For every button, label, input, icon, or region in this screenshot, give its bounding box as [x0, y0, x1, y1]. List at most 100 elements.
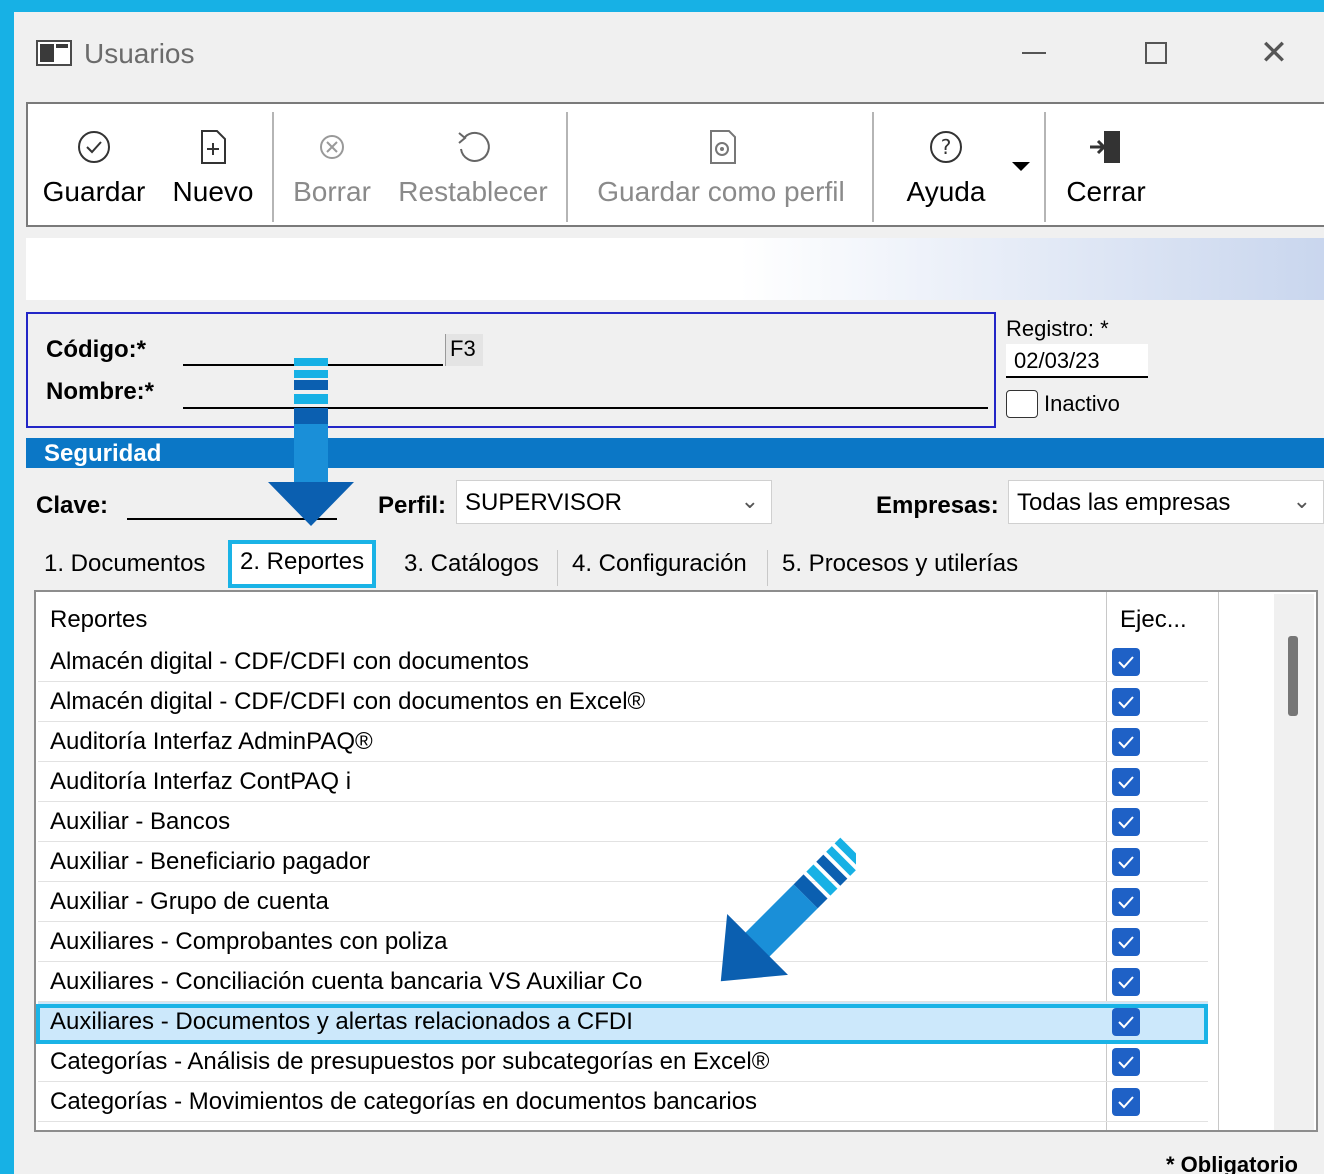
- tab-reportes[interactable]: 2. Reportes: [228, 540, 377, 588]
- tab-procesos[interactable]: 5. Procesos y utilerías: [772, 546, 1028, 588]
- guardar-button[interactable]: Guardar: [38, 104, 150, 225]
- title-bar: Usuarios ✕: [14, 12, 1324, 94]
- inactivo-label: Inactivo: [1044, 391, 1120, 416]
- report-name: Auditoría Interfaz AdminPAQ®: [50, 728, 373, 755]
- ejecutar-checkbox[interactable]: [1112, 1008, 1140, 1036]
- tab-configuracion[interactable]: 4. Configuración: [562, 546, 757, 588]
- table-row[interactable]: Auxiliares - Documentos y alertas relaci…: [38, 1002, 1208, 1042]
- report-name: Auditoría Interfaz ContPAQ i: [50, 768, 352, 795]
- checkmark-icon: [1118, 1096, 1134, 1109]
- guardar-perfil-label: Guardar como perfil: [597, 176, 845, 207]
- tab-separator: [767, 550, 768, 586]
- checkmark-icon: [1118, 816, 1134, 829]
- ejecutar-checkbox[interactable]: [1112, 728, 1140, 756]
- identity-box: Código:* F3 Nombre:*: [26, 312, 996, 428]
- table-row[interactable]: Almacén digital - CDF/CDFI con documento…: [38, 642, 1208, 682]
- maximize-button[interactable]: [1126, 28, 1186, 78]
- ejecutar-checkbox[interactable]: [1112, 808, 1140, 836]
- checkmark-icon: [1118, 976, 1134, 989]
- perfil-label: Perfil:: [378, 492, 447, 519]
- perfil-select[interactable]: SUPERVISOR ⌄: [456, 480, 772, 524]
- guardar-perfil-button[interactable]: Guardar como perfil: [586, 104, 856, 225]
- guardar-label: Guardar: [42, 176, 146, 207]
- seguridad-title: Seguridad: [44, 440, 162, 467]
- ayuda-dropdown-icon[interactable]: [1012, 162, 1030, 171]
- f3-lookup-button[interactable]: F3: [445, 334, 483, 366]
- checkmark-icon: [1118, 776, 1134, 789]
- column-separator: [1218, 592, 1219, 1130]
- table-row[interactable]: Auditoría Interfaz AdminPAQ®: [38, 722, 1208, 762]
- report-name: Auxiliar - Beneficiario pagador: [50, 848, 371, 875]
- checkmark-icon: [1118, 936, 1134, 949]
- report-name: Auxiliares - Documentos y alertas relaci…: [50, 1008, 633, 1035]
- table-row[interactable]: Categorías - Movimientos de categorías e…: [38, 1082, 1208, 1122]
- table-row[interactable]: Auxiliares - Conciliación cuenta bancari…: [38, 962, 1208, 1002]
- report-name: Auxiliares - Comprobantes con poliza: [50, 928, 448, 955]
- ejecutar-checkbox[interactable]: [1112, 1048, 1140, 1076]
- ejecutar-checkbox[interactable]: [1112, 1088, 1140, 1116]
- restablecer-button[interactable]: Restablecer: [394, 104, 552, 225]
- cerrar-button[interactable]: Cerrar: [1060, 104, 1152, 225]
- scrollbar-thumb[interactable]: [1288, 636, 1298, 716]
- tab-separator: [557, 550, 558, 586]
- chevron-down-icon: ⌄: [740, 489, 759, 514]
- report-name: Auxiliar - Grupo de cuenta: [50, 888, 329, 915]
- empresas-select[interactable]: Todas las empresas ⌄: [1008, 480, 1324, 524]
- seguridad-section-bar: Seguridad: [26, 438, 1324, 468]
- gear-document-icon: [701, 126, 741, 168]
- table-row[interactable]: Auxiliar - Beneficiario pagador: [38, 842, 1208, 882]
- borrar-label: Borrar: [293, 176, 371, 207]
- report-name: Almacén digital - CDF/CDFI con documento…: [50, 648, 529, 675]
- table-row[interactable]: Categorías - Análisis de presupuestos po…: [38, 1042, 1208, 1082]
- minimize-icon: [1022, 52, 1046, 54]
- tab-documentos[interactable]: 1. Documentos: [34, 546, 215, 588]
- toolbar-separator: [1044, 112, 1046, 222]
- ejecutar-checkbox[interactable]: [1112, 968, 1140, 996]
- report-name: Almacén digital - CDF/CDFI con documento…: [50, 688, 646, 715]
- registro-date-field[interactable]: 02/03/23: [1006, 344, 1148, 378]
- table-row[interactable]: Almacén digital - CDF/CDFI con documento…: [38, 682, 1208, 722]
- column-header-reportes[interactable]: Reportes: [50, 606, 147, 634]
- inactivo-checkbox[interactable]: [1006, 390, 1038, 418]
- ayuda-button[interactable]: ? Ayuda: [894, 104, 998, 225]
- check-circle-icon: [76, 126, 112, 168]
- report-name: Auxiliar - Bancos: [50, 808, 231, 835]
- table-row[interactable]: Auxiliar - Bancos: [38, 802, 1208, 842]
- ejecutar-checkbox[interactable]: [1112, 888, 1140, 916]
- table-row[interactable]: Auditoría Interfaz ContPAQ i: [38, 762, 1208, 802]
- codigo-label: Código:*: [46, 336, 146, 363]
- clave-label: Clave:: [36, 492, 109, 519]
- table-row[interactable]: Auxiliares - Comprobantes con poliza: [38, 922, 1208, 962]
- ejecutar-checkbox[interactable]: [1112, 848, 1140, 876]
- nuevo-label: Nuevo: [172, 176, 254, 207]
- ejecutar-checkbox[interactable]: [1112, 648, 1140, 676]
- checkmark-icon: [1118, 896, 1134, 909]
- help-icon: ?: [928, 126, 964, 168]
- column-header-ejecutar[interactable]: Ejec...: [1120, 606, 1187, 634]
- ejecutar-checkbox[interactable]: [1112, 768, 1140, 796]
- ejecutar-checkbox[interactable]: [1112, 688, 1140, 716]
- report-name: Auxiliares - Conciliación cuenta bancari…: [50, 968, 643, 995]
- toolbar-separator: [566, 112, 568, 222]
- svg-text:?: ?: [941, 135, 952, 159]
- grid-header: Reportes Ejec...: [36, 592, 1272, 636]
- borrar-button[interactable]: Borrar: [286, 104, 378, 225]
- report-name: Categorías - Análisis de presupuestos po…: [50, 1048, 770, 1075]
- maximize-icon: [1145, 42, 1167, 64]
- new-document-icon: [198, 126, 228, 168]
- minimize-button[interactable]: [1004, 28, 1064, 78]
- toolbar-separator: [872, 112, 874, 222]
- close-window-button[interactable]: ✕: [1244, 28, 1304, 78]
- annotation-arrow-down: [268, 358, 354, 526]
- perfil-value: SUPERVISOR: [465, 489, 622, 516]
- chevron-down-icon: ⌄: [1292, 489, 1311, 514]
- restablecer-label: Restablecer: [398, 176, 548, 207]
- ejecutar-checkbox[interactable]: [1112, 928, 1140, 956]
- nombre-label: Nombre:*: [46, 378, 155, 405]
- exit-door-icon: [1086, 126, 1126, 168]
- checkmark-icon: [1118, 1056, 1134, 1069]
- nuevo-button[interactable]: Nuevo: [166, 104, 260, 225]
- tab-catalogos[interactable]: 3. Catálogos: [394, 546, 549, 588]
- empresas-label: Empresas:: [876, 492, 999, 519]
- table-row[interactable]: Auxiliar - Grupo de cuenta: [38, 882, 1208, 922]
